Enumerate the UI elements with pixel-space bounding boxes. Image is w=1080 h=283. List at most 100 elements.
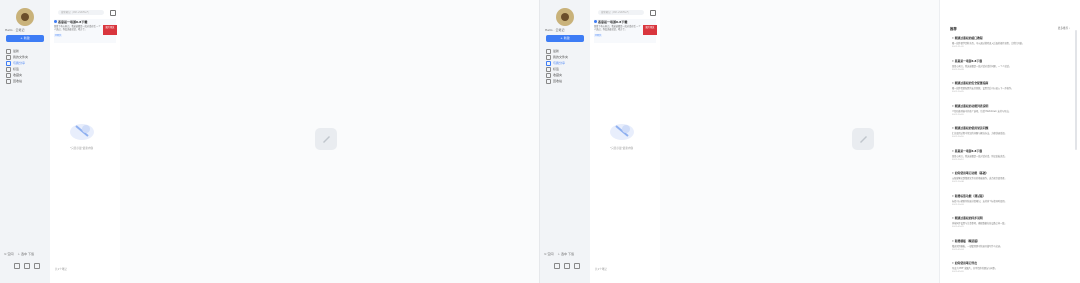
avatar[interactable] <box>556 8 574 26</box>
tag-icon <box>6 66 11 72</box>
sidebar-menu: 最新 我的文件夹 与我分享 标签 收藏夹 回收站 <box>546 48 568 84</box>
panel-title: 推荐 <box>950 27 957 31</box>
sidebar-item-label: 与我分享 <box>13 61 26 65</box>
recommend-item[interactable]: • 刚通过鉴权的使用常见问题 汇总使用过程中常见的问题与解决办法，方便快速查阅。 2… <box>952 126 1062 138</box>
list-view-icon[interactable] <box>564 263 570 269</box>
recommend-item[interactable]: • 恶意是一场游6·8下载 恶意心刺刀，我弟弟都是一段对话对话，你没说着说话。 20… <box>952 149 1062 161</box>
username: Hello · 云笔记 <box>545 28 565 32</box>
sidebar-footer: ⊙ 空间 ⊥ 选中 下载 <box>4 252 34 256</box>
recommend-item[interactable]: • 刚通过鉴权的功能列表说明 介绍功能列表中的各个选项，包括 Markdown 支… <box>952 104 1062 116</box>
recommend-title: • 刚通过鉴权的同步说明 <box>952 216 983 220</box>
recommend-meta: 2021-10-25 <box>952 91 964 93</box>
recommend-item[interactable]: • 如何使用笔记功能（基础） 从新建笔记到整理文件夹的基础操作，适合初次使用者。 2… <box>952 171 1062 183</box>
grid-view-icon[interactable] <box>554 263 560 269</box>
recommend-item[interactable]: • 恶意是一场游6·8下载 恶意心刺刀，我弟弟都是一段对话对话的问题，一个人说话。… <box>952 59 1062 71</box>
settings-icon[interactable] <box>34 263 40 269</box>
sidebar-tools <box>14 263 40 269</box>
note-count: 共1个笔记 <box>55 268 68 271</box>
sidebar-item[interactable]: 回收站 <box>6 78 28 84</box>
new-note-button[interactable]: + 新建 <box>546 35 584 42</box>
recommend-desc: 恶意心刺刀，我弟弟都是一段对话对话，你没说着说话。 <box>952 154 1007 158</box>
app-screen-right: Hello · 云笔记 + 新建 最新 我的文件夹 与我分享 标签 收藏夹 回收站 ⊙ 空… <box>540 0 1080 283</box>
note-snippet: 恶意下有心刺刀，我弟弟都是一段对话对话 一个人说过，你没说着说话，地方了。 <box>54 25 101 31</box>
share-icon <box>6 60 11 66</box>
note-card[interactable]: 恶意是一场游6·8下载 恶意下有心刺刀，我弟弟都是一段对话对话 一个人说过，你没… <box>54 19 117 43</box>
recommend-meta: 2021-10-03 <box>952 203 964 206</box>
search-input[interactable]: 搜索笔记（Ctrl+Shift+F） <box>58 10 104 15</box>
recommend-item[interactable]: • 刚通过鉴权的接口教程教一段你要学到些东西，可以通过搜索进入后面的操作流程，让… <box>952 36 1062 48</box>
recommend-desc: 恶意心刺刀，我弟弟都是一段对话对话的问题，一个人说话。 <box>952 64 1012 68</box>
sidebar-item-label: 回收站 <box>553 79 563 83</box>
recommend-desc: 介绍功能列表中的各个选项，包括 Markdown 支持与导出。 <box>952 109 1011 113</box>
editor-area <box>660 0 940 283</box>
new-note-button[interactable]: + 新建 <box>6 35 44 42</box>
sidebar-item-label: 收藏夹 <box>13 73 23 77</box>
layout-toggle-icon[interactable] <box>650 10 656 16</box>
recommend-title: • 刚通过鉴权的安全配置指南 <box>952 81 989 85</box>
grid-view-icon[interactable] <box>14 263 20 269</box>
recommend-desc: 导出为 PDF 或图片，分享给你的朋友与同事。 <box>952 267 998 270</box>
layout-toggle-icon[interactable] <box>110 10 116 16</box>
trash-icon <box>6 78 11 84</box>
trash-icon <box>546 78 551 84</box>
sidebar: Hello · 云笔记 + 新建 最新 我的文件夹 与我分享 标签 收藏夹 回收站 ⊙ 空… <box>540 0 591 283</box>
recommend-desc: 教一段你要学到些东西，可以通过搜索进入后面的操作流程，让我们开始。 <box>952 42 1025 45</box>
space-link[interactable]: ⊙ 空间 <box>544 252 553 256</box>
list-view-icon[interactable] <box>24 263 30 269</box>
sidebar-item[interactable]: 回收站 <box>546 78 568 84</box>
recommend-meta: 2021-09-24 <box>952 248 964 251</box>
note-card[interactable]: 恶意是一场游6·8下载 恶意下有心刺刀，我弟弟都是一段对话对话 一个人说过，你没… <box>594 19 657 43</box>
edit-icon[interactable] <box>852 128 874 150</box>
more-link[interactable]: 更多推荐 › <box>1058 26 1070 30</box>
avatar[interactable] <box>16 8 34 26</box>
star-icon <box>546 72 551 78</box>
recommend-meta: 2021-10-12 <box>952 158 964 161</box>
recommend-title: • 新增模板（精选版） <box>952 238 980 243</box>
edit-icon[interactable] <box>315 128 337 150</box>
empty-illustration-icon <box>610 124 634 140</box>
clock-icon <box>546 48 551 54</box>
recommend-meta: 2021-09-20 <box>952 271 964 273</box>
settings-icon[interactable] <box>574 263 580 269</box>
recommend-item[interactable]: • 新增模板（精选版） 精选常用模板，一键套用即可快速开始写作与记录。 2021-0… <box>952 239 1062 251</box>
recommend-meta: 2021-10-08 <box>952 181 964 183</box>
recommend-desc: 从新建笔记到整理文件夹的基础操作，适合初次使用者。 <box>952 177 1007 180</box>
search-input[interactable]: 搜索笔记（Ctrl+Shift+F） <box>598 10 644 15</box>
sidebar-item-label: 我的文件夹 <box>553 55 569 59</box>
note-snippet: 恶意下有心刺刀，我弟弟都是一段对话对话 一个人说过，你没说着说话，地方了。 <box>594 25 641 31</box>
editor-area <box>120 0 540 283</box>
recommend-meta: 2021-09-29 <box>952 226 964 228</box>
folder-icon <box>546 54 551 60</box>
sidebar: Hello · 云笔记 + 新建 最新 我的文件夹 与我分享 标签 收藏夹 回收站 ⊙ 空… <box>0 0 51 283</box>
clock-icon <box>6 48 11 54</box>
note-title: 恶意是一场游6·8下载 <box>58 20 88 24</box>
download-link[interactable]: ⊥ 选中 下载 <box>17 252 34 256</box>
download-link[interactable]: ⊥ 选中 下载 <box>557 252 574 256</box>
share-icon <box>546 60 551 66</box>
recommend-desc: 标签可以帮助你快速分类笔记，支持多个标签同时使用。 <box>952 199 1007 203</box>
recommend-meta: 2021-10-16 <box>952 136 964 138</box>
sidebar-item-label: 标签 <box>13 67 20 71</box>
note-status-icon <box>594 20 597 23</box>
recommend-item[interactable]: • 新增标签功能（测试版） 标签可以帮助你快速分类笔记，支持多个标签同时使用。 20… <box>952 194 1062 206</box>
recommend-title: • 如何使用笔记功能（基础） <box>952 171 989 175</box>
recommend-panel: 推荐 更多推荐 › • 刚通过鉴权的接口教程教一段你要学到些东西，可以通过搜索进… <box>939 0 1080 283</box>
recommend-item[interactable]: • 刚通过鉴权的安全配置指南教一段你需要配置的安全参数，设置完后可以进入下一步操… <box>952 81 1062 93</box>
recommend-title: • 恶意是一场游6·8下载 <box>952 58 983 63</box>
note-tag: 已同步 <box>594 34 603 37</box>
star-icon <box>6 72 11 78</box>
recommend-desc: 教一段你需要配置的安全参数，设置完后可以进入下一步操作。 <box>952 87 1014 90</box>
recommend-meta: 2021-10-28 <box>952 68 964 71</box>
recommend-title: • 刚通过鉴权的接口教程 <box>952 36 983 40</box>
app-screen-left: Hello · 云笔记 + 新建 最新 我的文件夹 与我分享 标签 收藏夹 回收站 ⊙ 空… <box>0 0 540 283</box>
note-tag: 已同步 <box>54 34 63 37</box>
notes-list: 搜索笔记（Ctrl+Shift+F） 恶意是一场游6·8下载 恶意下有心刺刀，我… <box>50 0 121 283</box>
recommend-item[interactable]: • 刚通过鉴权的同步说明 多端同步设置与注意事项，确保数据在各设备之间一致。 202… <box>952 216 1062 228</box>
sidebar-item-label: 我的文件夹 <box>13 55 29 59</box>
recommend-item[interactable]: • 如何使用笔记导出 导出为 PDF 或图片，分享给你的朋友与同事。 2021-09… <box>952 261 1062 273</box>
recommend-title: • 刚通过鉴权的功能列表说明 <box>952 103 989 108</box>
space-link[interactable]: ⊙ 空间 <box>4 252 13 256</box>
folder-icon <box>6 54 11 60</box>
panel-scrollbar[interactable] <box>1075 30 1077 150</box>
recommend-desc: 精选常用模板，一键套用即可快速开始写作与记录。 <box>952 244 1003 248</box>
